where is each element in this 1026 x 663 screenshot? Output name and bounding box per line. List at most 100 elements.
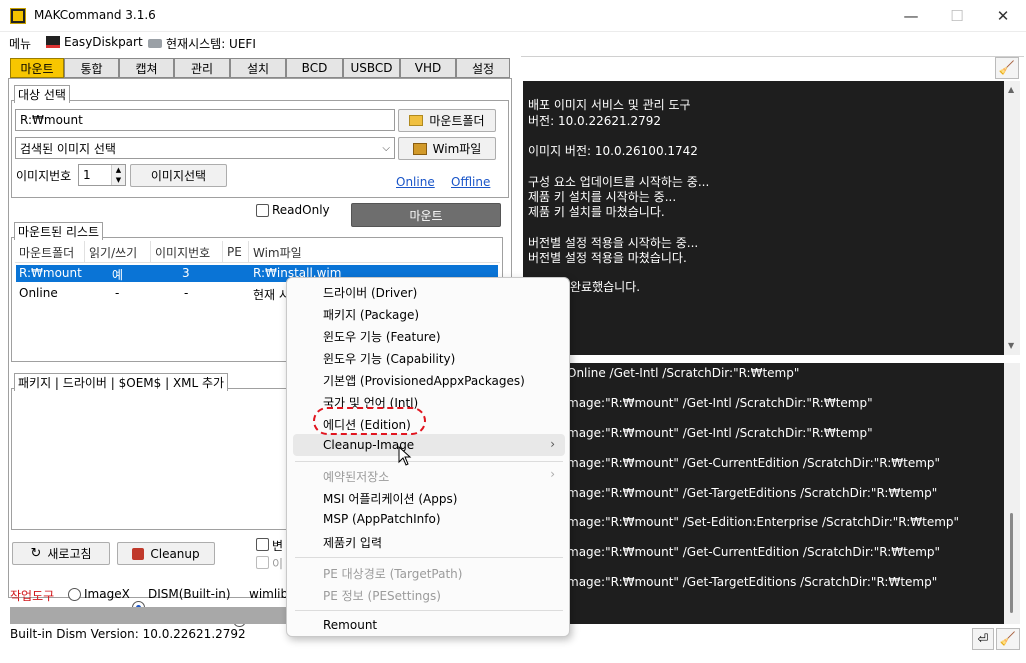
stepper-arrows-icon: ▲ ▼	[111, 165, 125, 185]
console-line: mage:"R:₩mount" /Get-Intl /ScratchDir:"R…	[567, 396, 873, 410]
row-folder: R:₩mount	[19, 266, 82, 280]
col-read-write[interactable]: 읽기/쓰기	[85, 241, 151, 263]
image-number-value: 1	[83, 168, 91, 182]
console-scrollbar-top[interactable]: ▲ ▼	[1004, 81, 1020, 355]
tab-mount[interactable]: 마운트	[10, 58, 64, 78]
mount-path-input[interactable]: R:₩mount	[15, 109, 395, 131]
drive-icon	[148, 39, 162, 48]
mouse-cursor-icon	[398, 446, 412, 466]
console-line: 제품 키 설치를 마쳤습니다.	[528, 205, 665, 219]
console-line: mage:"R:₩mount" /Get-CurrentEdition /Scr…	[567, 545, 941, 559]
col-image-number[interactable]: 이미지번호	[151, 241, 223, 263]
target-group-title: 대상 선택	[14, 85, 70, 103]
console-line: 버전: 10.0.22621.2792	[528, 114, 661, 128]
option-label-1: 변	[272, 539, 284, 553]
mount-folder-button-label: 마운트폴더	[429, 114, 485, 128]
menu-easydiskpart[interactable]: EasyDiskpart	[46, 35, 143, 49]
menu-main[interactable]: 메뉴	[9, 35, 31, 52]
image-select-dropdown[interactable]: 검색된 이미지 선택 ⌵	[15, 137, 395, 159]
col-pe[interactable]: PE	[223, 241, 249, 263]
window-title: MAKCommand 3.1.6	[34, 8, 156, 22]
menu-system-label: 현재시스템: UEFI	[166, 37, 256, 51]
tab-install[interactable]: 설치	[230, 58, 286, 78]
minimize-button[interactable]: —	[888, 0, 934, 32]
menu-item-feature[interactable]: 윈도우 기능 (Feature)	[323, 328, 441, 345]
menu-item-driver[interactable]: 드라이버 (Driver)	[323, 284, 417, 301]
tool-label: 작업도구	[10, 589, 55, 603]
cleanup-button-label: Cleanup	[150, 546, 200, 561]
console-line: 이미지 버전: 10.0.26100.1742	[528, 144, 698, 158]
menu-system[interactable]: 현재시스템: UEFI	[148, 35, 256, 52]
highlight-ring	[313, 407, 426, 435]
console-output-bottom[interactable]: Online /Get-Intl /ScratchDir:"R:₩temp" m…	[523, 363, 1004, 624]
console-line: 버전별 설정 적용을 마쳤습니다.	[528, 251, 687, 265]
clear-log-button[interactable]: 🧹	[995, 57, 1019, 79]
broom-icon: 🧹	[998, 60, 1016, 76]
maximize-button[interactable]: ☐	[934, 0, 980, 32]
image-select-button[interactable]: 이미지선택	[130, 164, 227, 187]
console-line: 완료했습니다.	[570, 280, 641, 294]
scroll-up-icon[interactable]: ▲	[1008, 85, 1014, 94]
option-checkbox-2[interactable]	[256, 556, 269, 569]
divider	[521, 56, 1024, 57]
menu-item-remount[interactable]: Remount	[323, 618, 377, 632]
wim-file-button-label: Wim파일	[432, 142, 482, 156]
tab-bcd[interactable]: BCD	[286, 58, 343, 78]
disk-icon	[46, 36, 60, 48]
image-number-stepper[interactable]: 1 ▲ ▼	[78, 164, 126, 186]
tab-vhd[interactable]: VHD	[400, 58, 456, 78]
radio-imagex[interactable]	[68, 588, 81, 601]
col-mount-folder[interactable]: 마운트폴더	[15, 241, 85, 263]
packages-group-title: 패키지 | 드라이버 | $OEM$ | XML 추가	[14, 373, 229, 391]
online-link[interactable]: Online	[396, 175, 435, 189]
wim-file-button[interactable]: Wim파일	[398, 137, 496, 160]
scrollbar-thumb[interactable]	[1010, 513, 1013, 613]
radio-wimlib-label: wimlib	[249, 587, 289, 601]
status-text: Built-in Dism Version: 10.0.22621.2792	[10, 627, 246, 641]
option-checkbox-1[interactable]	[256, 538, 269, 551]
enter-icon[interactable]: ⏎	[972, 628, 994, 650]
folder-icon	[409, 115, 424, 126]
readonly-label: ReadOnly	[272, 203, 330, 217]
console-output-top[interactable]: 배포 이미지 서비스 및 관리 도구 버전: 10.0.22621.2792 이…	[523, 81, 1004, 355]
row-rw: 예	[112, 268, 124, 282]
console-line: 배포 이미지 서비스 및 관리 도구	[528, 98, 691, 112]
menu-item-package[interactable]: 패키지 (Package)	[323, 306, 419, 323]
tab-usbcd[interactable]: USBCD	[343, 58, 400, 78]
close-button[interactable]: ✕	[980, 0, 1026, 32]
menu-item-pe-info[interactable]: PE 정보 (PESettings)	[323, 587, 441, 604]
scroll-down-icon[interactable]: ▼	[1008, 341, 1014, 350]
tab-capture[interactable]: 캡쳐	[119, 58, 174, 78]
tab-settings[interactable]: 설정	[456, 58, 510, 78]
broom-icon	[132, 547, 145, 560]
menu-separator	[295, 461, 563, 462]
mount-folder-button[interactable]: 마운트폴더	[398, 109, 496, 132]
chevron-right-icon: ›	[550, 467, 555, 481]
readonly-checkbox[interactable]	[256, 204, 269, 217]
tab-manage[interactable]: 관리	[174, 58, 230, 78]
menu-item-reserved-storage[interactable]: 예약된저장소	[323, 468, 389, 485]
menu-item-pe-target[interactable]: PE 대상경로 (TargetPath)	[323, 565, 462, 582]
row-folder: Online	[19, 286, 58, 300]
cleanup-button[interactable]: Cleanup	[117, 542, 215, 565]
option-label-2: 이	[272, 557, 284, 571]
console-line: mage:"R:₩mount" /Get-TargetEditions /Scr…	[567, 486, 938, 500]
menu-item-capability[interactable]: 윈도우 기능 (Capability)	[323, 350, 455, 367]
app-icon	[10, 8, 26, 24]
broom-icon[interactable]: 🧹	[996, 628, 1020, 650]
col-wim-file[interactable]: Wim파일	[249, 241, 499, 263]
chevron-down-icon: ⌵	[382, 142, 390, 154]
refresh-button[interactable]: ↻ 새로고침	[12, 542, 110, 565]
menu-item-product-key[interactable]: 제품키 입력	[323, 534, 382, 551]
list-header: 마운트폴더 읽기/쓰기 이미지번호 PE Wim파일	[15, 241, 500, 263]
offline-link[interactable]: Offline	[451, 175, 490, 189]
mount-button[interactable]: 마운트	[351, 203, 501, 227]
menu-item-msp[interactable]: MSP (AppPatchInfo)	[323, 512, 441, 526]
console-scrollbar-bottom[interactable]	[1004, 363, 1020, 624]
radio-imagex-label: ImageX	[84, 587, 130, 601]
console-line: mage:"R:₩mount" /Set-Edition:Enterprise …	[567, 515, 960, 529]
tab-integrate[interactable]: 통합	[64, 58, 119, 78]
menu-item-appx[interactable]: 기본앱 (ProvisionedAppxPackages)	[323, 372, 525, 389]
menu-item-msi[interactable]: MSI 어플리케이션 (Apps)	[323, 490, 457, 507]
console-line: mage:"R:₩mount" /Get-TargetEditions /Scr…	[567, 575, 938, 589]
